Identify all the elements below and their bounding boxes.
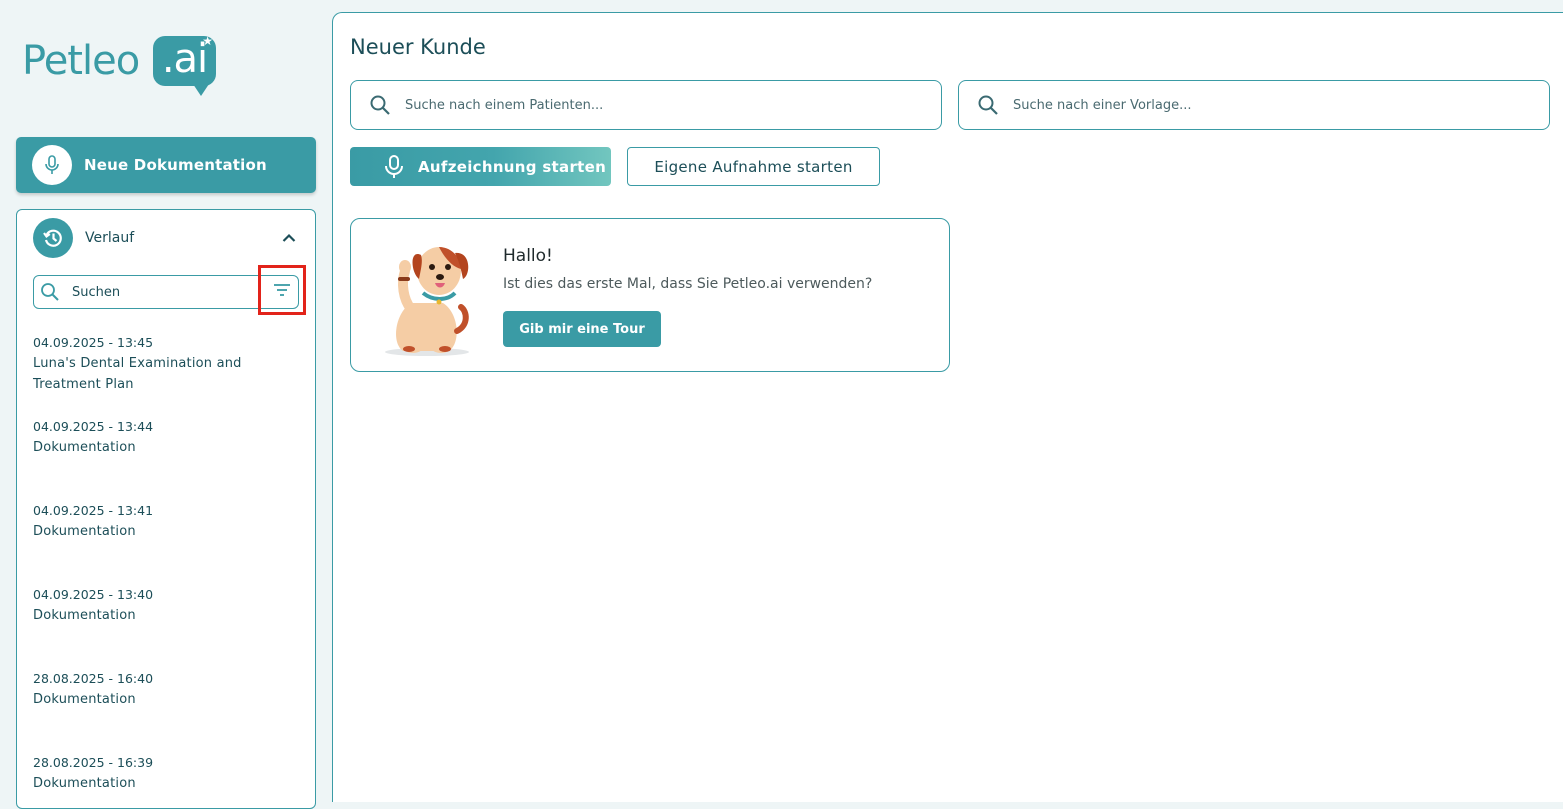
template-search-input[interactable] <box>1011 96 1491 114</box>
new-documentation-button[interactable]: Neue Dokumentation <box>16 137 316 193</box>
history-item-name: Dokumentation <box>33 608 136 623</box>
logo-text: Petleo <box>22 38 140 84</box>
history-item-name: Dokumentation <box>33 440 136 455</box>
history-item-name: Dokumentation <box>33 776 136 791</box>
microphone-icon <box>32 145 72 185</box>
patient-search-input[interactable] <box>403 96 883 114</box>
page-title: Neuer Kunde <box>350 35 486 59</box>
history-search <box>33 265 306 315</box>
history-item-date: 04.09.2025 - 13:44 <box>33 419 154 434</box>
history-item-date: 28.08.2025 - 16:39 <box>33 755 154 770</box>
chevron-up-icon[interactable] <box>279 228 299 248</box>
history-item[interactable]: 04.09.2025 - 13:45 Luna's Dental Examina… <box>33 332 303 416</box>
history-item-date: 04.09.2025 - 13:45 <box>33 335 154 350</box>
history-item-name: Dokumentation <box>33 692 136 707</box>
start-recording-button[interactable]: Aufzeichnung starten <box>350 147 611 186</box>
history-item[interactable]: 28.08.2025 - 16:40 Dokumentation <box>33 668 303 752</box>
star-icon: ★ <box>202 34 213 48</box>
history-list: 04.09.2025 - 13:45 Luna's Dental Examina… <box>33 332 303 808</box>
petleo-logo[interactable]: Petleo .ai ★ <box>22 34 222 100</box>
sidebar: Petleo .ai ★ Neue Dokumentation Verlauf … <box>0 0 332 809</box>
history-item-date: 04.09.2025 - 13:41 <box>33 503 154 518</box>
dog-mascot-icon <box>381 233 473 357</box>
search-icon <box>977 94 999 116</box>
filter-button[interactable] <box>258 265 306 315</box>
history-item-date: 04.09.2025 - 13:40 <box>33 587 154 602</box>
history-item[interactable]: 04.09.2025 - 13:44 Dokumentation <box>33 416 303 500</box>
own-recording-button[interactable]: Eigene Aufnahme starten <box>627 147 880 186</box>
history-item[interactable]: 04.09.2025 - 13:40 Dokumentation <box>33 584 303 668</box>
start-recording-label: Aufzeichnung starten <box>418 157 607 176</box>
history-search-input[interactable] <box>70 283 250 301</box>
history-panel: Verlauf Suchen 04.09.2025 - 13:45 Luna's… <box>16 209 316 809</box>
patient-search <box>350 80 942 130</box>
history-item[interactable]: 28.08.2025 - 16:39 Dokumentation <box>33 752 303 808</box>
history-title: Verlauf <box>85 230 135 246</box>
welcome-text: Ist dies das erste Mal, dass Sie Petleo.… <box>503 276 873 292</box>
microphone-icon <box>384 154 404 179</box>
welcome-card: Hallo! Ist dies das erste Mal, dass Sie … <box>350 218 950 372</box>
logo-badge: .ai ★ <box>153 34 216 96</box>
search-icon <box>40 282 60 302</box>
history-item-date: 28.08.2025 - 16:40 <box>33 671 154 686</box>
history-header[interactable]: Verlauf <box>33 218 299 258</box>
history-item-name: Luna's Dental Examination and Treatment … <box>33 356 242 392</box>
main-content: Neuer Kunde Aufzeichnung starten <box>332 12 1563 802</box>
template-search <box>958 80 1550 130</box>
new-documentation-label: Neue Dokumentation <box>84 156 267 174</box>
history-icon <box>33 218 73 258</box>
filter-icon <box>274 284 290 296</box>
tour-button[interactable]: Gib mir eine Tour <box>503 311 661 347</box>
welcome-title: Hallo! <box>503 246 553 266</box>
search-icon <box>369 94 391 116</box>
history-item[interactable]: 04.09.2025 - 13:41 Dokumentation <box>33 500 303 584</box>
history-item-name: Dokumentation <box>33 524 136 539</box>
logo-badge-text: .ai <box>161 36 208 82</box>
